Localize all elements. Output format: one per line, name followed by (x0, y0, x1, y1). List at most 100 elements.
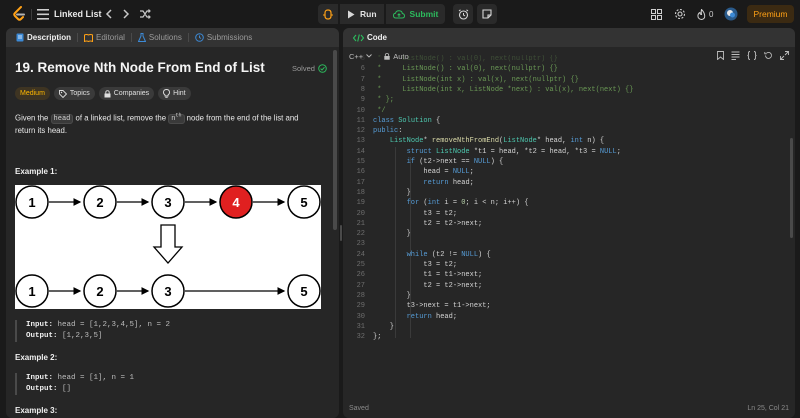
example-1-io: Input: head = [1,2,3,4,5], n = 2 Output:… (15, 320, 170, 342)
bug-icon (323, 8, 333, 20)
code-text: return head; (406, 312, 458, 321)
node-label: 4 (232, 195, 240, 210)
notes-button[interactable] (477, 4, 498, 24)
code-text: } (373, 188, 411, 197)
code-line[interactable]: 10 */ (343, 107, 783, 117)
problem-list-icon[interactable] (37, 8, 49, 20)
code-line[interactable]: 15 if (t2->next == NULL) { (343, 158, 783, 168)
code-line[interactable]: 7 * ListNode(int x) : val(x), next(nullp… (343, 76, 783, 86)
code-line[interactable]: 11 class Solution { (343, 117, 783, 127)
inline-code-head: head (50, 114, 74, 125)
line-number: 9 (360, 96, 365, 105)
code-text: if (t2->next == NULL) { (406, 158, 504, 166)
check-circle-icon (318, 64, 327, 73)
tab-submissions[interactable]: Submissions (189, 28, 258, 47)
code-line[interactable]: 18 } (343, 189, 783, 199)
inline-code-nth: nth (168, 113, 185, 125)
code-panel: Code C++ Auto 5 * ListNode() : val(0), n… (343, 28, 795, 418)
topics-tag[interactable]: Topics (53, 87, 95, 100)
chevron-right-icon[interactable] (120, 8, 132, 20)
tab-code-label: Code (367, 33, 387, 42)
hint-tag[interactable]: Hint (158, 87, 191, 100)
code-line[interactable]: 30 return head; (343, 313, 783, 323)
code-tabbar: Code (343, 28, 795, 47)
tab-editorial[interactable]: Editorial (78, 28, 131, 47)
code-line[interactable]: 20 t3 = t2; (343, 210, 783, 220)
avatar[interactable] (724, 6, 738, 22)
run-label: Run (360, 9, 377, 19)
streak-counter[interactable]: 0 (697, 6, 713, 22)
output-label: Output: (26, 332, 58, 340)
debug-button[interactable] (318, 4, 338, 24)
line-number: 13 (356, 137, 365, 146)
example-2-heading: Example 2: (15, 353, 58, 362)
code-line[interactable]: 16 head = NULL; (343, 168, 783, 178)
code-editor[interactable]: 5 * ListNode() : val(0), next(nullptr) {… (343, 55, 795, 396)
tab-solutions[interactable]: Solutions (132, 28, 188, 47)
code-line[interactable]: 21 t2 = t2->next; (343, 220, 783, 230)
code-line[interactable]: 8 * ListNode(int x, ListNode *next) : va… (343, 86, 783, 96)
lock-icon (104, 89, 111, 97)
code-line[interactable]: 22 } (343, 230, 783, 240)
code-line[interactable]: 13 ListNode* removeNthFromEnd(ListNode* … (343, 137, 783, 147)
desc-text: Given the (15, 113, 51, 123)
lightbulb-icon (163, 89, 171, 98)
code-line[interactable]: 31 } (343, 323, 783, 333)
description-scrollbar[interactable] (333, 50, 337, 230)
divider (31, 9, 32, 20)
code-text: struct ListNode *t1 = head, *t2 = head, … (406, 147, 621, 156)
code-line[interactable]: 23 (343, 240, 783, 250)
output-value: [1,2,3,5] (57, 332, 103, 340)
problem-description: Given the head of a linked list, remove … (15, 110, 315, 137)
code-line[interactable]: 9 * }; (343, 96, 783, 106)
editor-statusbar: Saved Ln 25, Col 21 (343, 398, 795, 418)
code-line[interactable]: 19 for (int i = 0; i < n; i++) { (343, 199, 783, 209)
code-line[interactable]: 6 * ListNode() : val(0), next(nullptr) {… (343, 65, 783, 75)
code-line[interactable]: 28 } (343, 292, 783, 302)
line-number: 11 (356, 116, 365, 125)
save-status: Saved (349, 404, 369, 412)
input-label: Input: (26, 321, 54, 329)
code-line[interactable]: 27 t2 = t2->next; (343, 282, 783, 292)
layout-grid-icon[interactable] (651, 6, 662, 22)
premium-button[interactable]: Premium (747, 5, 794, 23)
nth-sup: th (175, 113, 182, 119)
solved-status: Solved (292, 64, 327, 73)
code-line[interactable]: 12 public: (343, 127, 783, 137)
code-line[interactable]: 5 * ListNode() : val(0), next(nullptr) {… (343, 55, 783, 65)
gear-icon[interactable] (674, 6, 686, 22)
tab-code[interactable]: Code (347, 28, 393, 47)
timer-button[interactable] (453, 4, 474, 24)
code-line[interactable]: 17 return head; (343, 179, 783, 189)
cloud-upload-icon (392, 9, 405, 18)
example-1-diagram: 1 2 3 4 5 1 2 3 5 (15, 185, 321, 309)
leetcode-logo-icon[interactable] (12, 6, 26, 22)
node-label: 1 (28, 284, 35, 299)
code-text: return head; (423, 178, 474, 187)
code-line[interactable]: 29 t3->next = t1->next; (343, 302, 783, 312)
companies-tag[interactable]: Companies (98, 87, 155, 100)
chevron-left-icon[interactable] (102, 8, 114, 20)
code-text: }; (373, 333, 382, 342)
description-tabbar: Description Editorial Solutions Submissi… (6, 28, 339, 47)
editor-scrollbar[interactable] (790, 68, 793, 388)
node-label: 5 (300, 195, 307, 210)
difficulty-badge[interactable]: Medium (15, 87, 50, 100)
note-icon (482, 9, 492, 19)
submit-button[interactable]: Submit (385, 4, 446, 24)
code-line[interactable]: 24 while (t2 != NULL) { (343, 251, 783, 261)
shuffle-icon[interactable] (139, 8, 151, 20)
input-value: head = [1], n = 1 (53, 374, 135, 382)
tab-description[interactable]: Description (10, 28, 77, 47)
code-line[interactable]: 26 t1 = t1->next; (343, 271, 783, 281)
code-line[interactable]: 32}; (343, 333, 783, 343)
down-arrow-icon (152, 224, 184, 264)
code-text: } (373, 230, 411, 239)
code-line[interactable]: 14 struct ListNode *t1 = head, *t2 = hea… (343, 148, 783, 158)
problem-list-title[interactable]: Linked List (54, 8, 102, 20)
line-number: 25 (356, 261, 365, 269)
node-label: 1 (28, 195, 35, 210)
code-line[interactable]: 25 t3 = t2; (343, 261, 783, 271)
run-button[interactable]: Run (340, 4, 384, 24)
description-panel: Description Editorial Solutions Submissi… (6, 28, 339, 418)
